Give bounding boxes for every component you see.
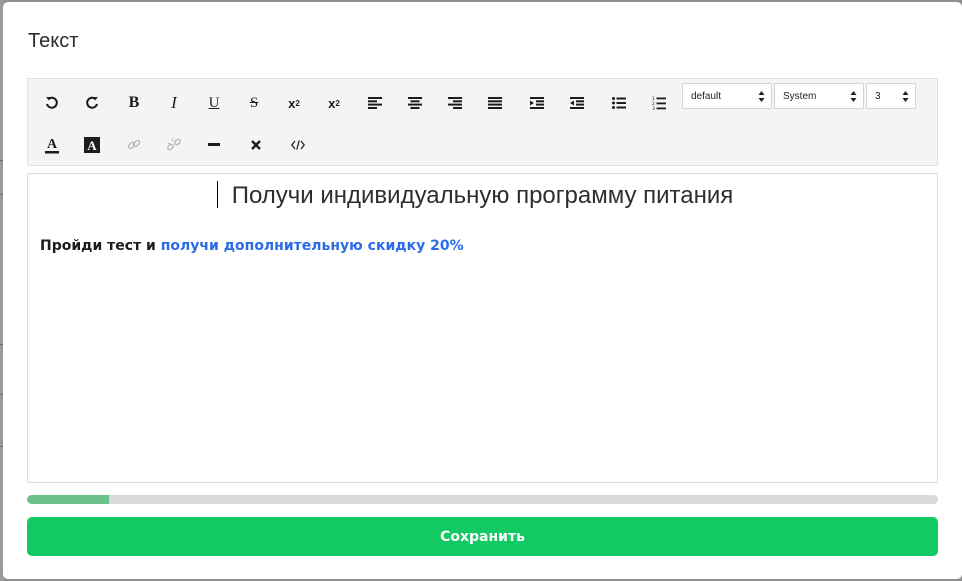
align-right-icon[interactable] [441,89,469,117]
paragraph-style-value: default [691,91,722,102]
font-family-select[interactable]: System [774,83,864,109]
unlink-icon[interactable] [160,131,188,159]
outdent-icon[interactable] [563,89,591,117]
numbered-list-icon[interactable]: 123 [645,89,673,117]
italic-icon[interactable]: I [160,89,188,117]
bullet-list-icon[interactable] [605,89,633,117]
svg-text:A: A [87,138,97,153]
align-left-icon[interactable] [361,89,389,117]
undo-icon[interactable] [38,89,66,117]
select-arrows-icon [758,91,765,102]
font-family-value: System [783,91,817,102]
content-paragraph: Пройди тест и получи дополнительную скид… [40,238,464,254]
clear-format-icon[interactable] [242,131,270,159]
paragraph-plain-text: Пройди тест и [40,238,161,254]
strikethrough-icon[interactable]: S [240,89,268,117]
link-icon[interactable] [120,131,148,159]
editor-toolbar: B I U S x2 x2 123 default System 3 A A [27,78,938,166]
text-color-icon[interactable]: A [38,131,66,159]
background-color-icon[interactable]: A [78,131,106,159]
paragraph-link[interactable]: получи дополнительную скидку 20% [161,238,464,254]
align-justify-icon[interactable] [481,89,509,117]
font-size-value: 3 [875,91,881,102]
indent-icon[interactable] [523,89,551,117]
font-size-select[interactable]: 3 [866,83,916,109]
editor-content-area[interactable]: Получи индивидуальную программу питания … [27,173,938,483]
paragraph-style-select[interactable]: default [682,83,772,109]
redo-icon[interactable] [78,89,106,117]
select-arrows-icon [850,91,857,102]
progress-bar-fill [27,495,109,504]
progress-bar [27,495,938,504]
subscript-icon[interactable]: x2 [280,89,308,117]
code-view-icon[interactable] [284,131,312,159]
horizontal-rule-icon[interactable] [200,131,228,159]
select-arrows-icon [902,91,909,102]
align-center-icon[interactable] [401,89,429,117]
content-heading: Получи индивидуальную программу питания [231,182,734,209]
superscript-icon[interactable]: x2 [320,89,348,117]
bold-icon[interactable]: B [120,89,148,117]
svg-text:3: 3 [652,106,655,110]
dialog-title: Текст [28,30,79,52]
underline-icon[interactable]: U [200,89,228,117]
svg-text:A: A [47,137,58,152]
save-button[interactable]: Сохранить [27,517,938,556]
text-editor-dialog: Текст B I U S x2 x2 1 2 3 default System… [3,2,962,579]
